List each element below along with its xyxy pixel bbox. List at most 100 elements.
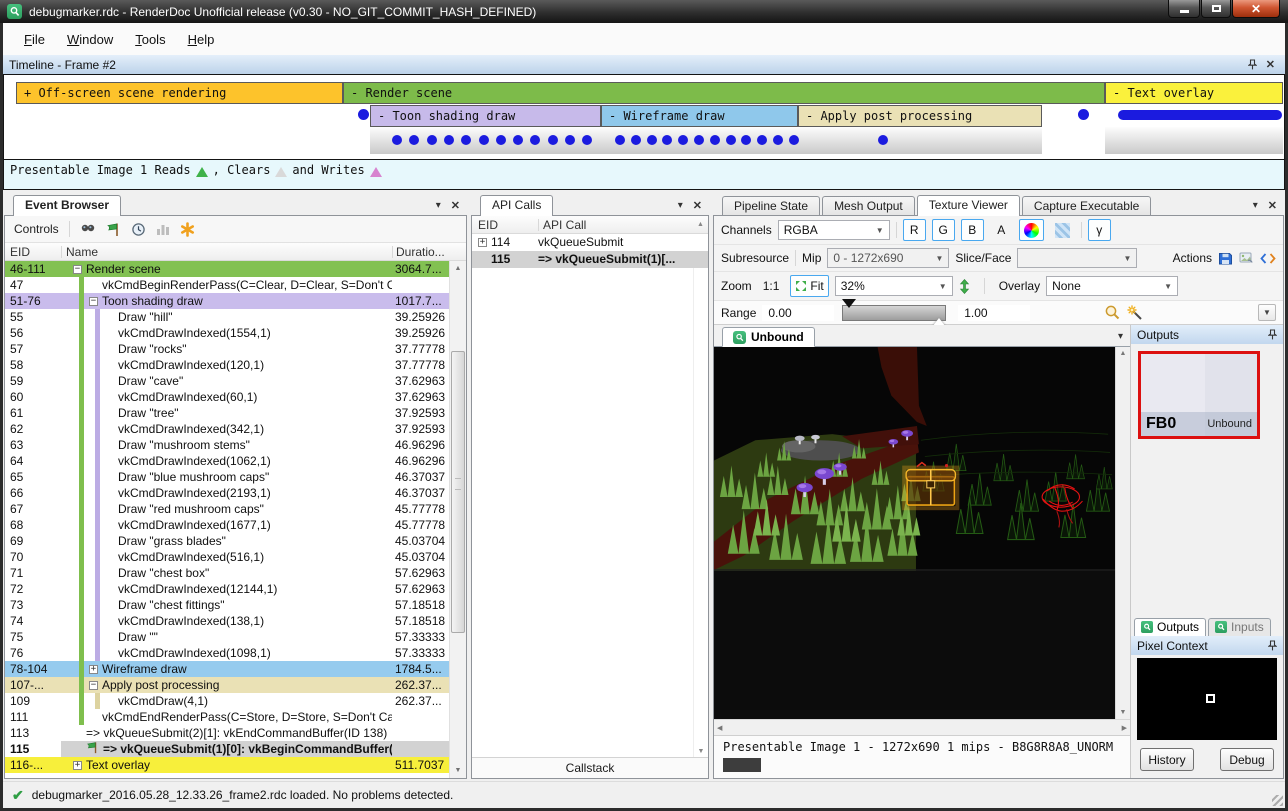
event-list-scrollbar[interactable]: ▲ ▼ <box>449 261 466 778</box>
slice-face-combo[interactable]: ▼ <box>1017 248 1137 268</box>
draw-marker-dot[interactable] <box>647 135 657 145</box>
expand-icon[interactable]: + <box>89 665 98 674</box>
event-row[interactable]: 78-104+Wireframe draw1784.5... <box>5 661 449 677</box>
minimize-button[interactable] <box>1168 0 1200 18</box>
range-max-value[interactable]: 1.00 <box>958 305 1030 321</box>
timeline-bar[interactable]: - Wireframe draw <box>601 105 798 127</box>
zoom-range-icon[interactable] <box>1104 304 1121 321</box>
event-row[interactable]: 116-...+Text overlay511.7037 <box>5 757 449 773</box>
event-row[interactable]: 62vkCmdDrawIndexed(342,1)37.92593 <box>5 421 449 437</box>
zoom-1to1-button[interactable]: 1:1 <box>758 275 785 297</box>
expand-icon[interactable]: + <box>478 238 487 247</box>
gamma-button[interactable]: γ <box>1088 219 1111 241</box>
tab-capture-executable[interactable]: Capture Executable <box>1022 196 1151 216</box>
event-row[interactable]: 68vkCmdDrawIndexed(1677,1)45.77778 <box>5 517 449 533</box>
event-row[interactable]: 64vkCmdDrawIndexed(1062,1)46.96296 <box>5 453 449 469</box>
channels-combo[interactable]: RGBA▼ <box>778 220 890 240</box>
draw-marker-dot[interactable] <box>479 135 489 145</box>
column-api-call[interactable]: API Call <box>539 218 693 232</box>
event-row[interactable]: 59Draw "cave"37.62963 <box>5 373 449 389</box>
debug-button[interactable]: Debug <box>1220 748 1274 771</box>
draw-marker-dot[interactable] <box>1078 109 1089 120</box>
channel-green-button[interactable]: G <box>932 219 955 241</box>
draw-marker-dot[interactable] <box>631 135 641 145</box>
event-row[interactable]: 111vkCmdEndRenderPass(C=Store, D=Store, … <box>5 709 449 725</box>
draw-marker-dot[interactable] <box>789 135 799 145</box>
fb0-thumbnail[interactable]: FB0 Unbound <box>1138 351 1260 439</box>
resize-grip[interactable] <box>1272 795 1283 806</box>
event-row[interactable]: 75Draw ""57.33333 <box>5 629 449 645</box>
timeline-canvas[interactable]: + Off-screen scene rendering- Render sce… <box>3 74 1285 160</box>
timer-clock-icon[interactable] <box>131 222 146 237</box>
chevron-down-icon[interactable]: ▾ <box>678 200 683 211</box>
flip-vertical-icon[interactable] <box>959 279 970 294</box>
tab-mesh-output[interactable]: Mesh Output <box>822 196 915 216</box>
pin-icon[interactable] <box>1248 59 1257 70</box>
column-eid[interactable]: EID <box>5 245 61 259</box>
draw-marker-dot[interactable] <box>496 135 506 145</box>
event-row[interactable]: 115=> vkQueueSubmit(1)[0]: vkBeginComman… <box>5 741 449 757</box>
scroll-right-icon[interactable]: ▶ <box>1122 724 1127 732</box>
menu-window[interactable]: Window <box>58 28 122 51</box>
mip-combo[interactable]: 0 - 1272x690▼ <box>827 248 949 268</box>
range-min-value[interactable]: 0.00 <box>762 305 834 321</box>
event-row[interactable]: 55Draw "hill"39.25926 <box>5 309 449 325</box>
range-slider[interactable] <box>842 305 946 321</box>
callstack-section[interactable]: Callstack <box>472 757 708 778</box>
event-row[interactable]: 70vkCmdDrawIndexed(516,1)45.03704 <box>5 549 449 565</box>
texture-image-canvas[interactable] <box>714 347 1115 719</box>
collapse-icon[interactable]: − <box>73 265 82 274</box>
event-row[interactable]: 76vkCmdDrawIndexed(1098,1)57.33333 <box>5 645 449 661</box>
bookmark-flag-icon[interactable] <box>106 222 121 237</box>
event-row[interactable]: 66vkCmdDrawIndexed(2193,1)46.37037 <box>5 485 449 501</box>
scrollbar-thumb[interactable] <box>451 351 465 633</box>
timeline-bar[interactable]: + Off-screen scene rendering <box>16 82 343 104</box>
event-row[interactable]: 58vkCmdDrawIndexed(120,1)37.77778 <box>5 357 449 373</box>
pixel-context-canvas[interactable] <box>1137 658 1277 740</box>
draw-marker-dot[interactable] <box>392 135 402 145</box>
event-row[interactable]: 74vkCmdDrawIndexed(138,1)57.18518 <box>5 613 449 629</box>
scroll-up-icon[interactable]: ▲ <box>693 221 708 228</box>
pin-icon[interactable] <box>1268 329 1277 340</box>
draw-marker-dot[interactable] <box>615 135 625 145</box>
column-eid[interactable]: EID <box>472 218 538 232</box>
event-row[interactable]: 113=> vkQueueSubmit(2)[1]: vkEndCommandB… <box>5 725 449 741</box>
event-row[interactable]: 107-...−Apply post processing262.37... <box>5 677 449 693</box>
draw-marker-dot[interactable] <box>694 135 704 145</box>
draw-marker-dot[interactable] <box>548 135 558 145</box>
overlay-combo[interactable]: None▼ <box>1046 276 1178 296</box>
event-row[interactable]: 61Draw "tree"37.92593 <box>5 405 449 421</box>
event-row[interactable]: 57Draw "rocks"37.77778 <box>5 341 449 357</box>
event-row[interactable]: 72vkCmdDrawIndexed(12144,1)57.62963 <box>5 581 449 597</box>
tab-event-browser[interactable]: Event Browser <box>13 195 121 216</box>
goto-resource-icon[interactable] <box>1260 252 1276 265</box>
close-icon[interactable]: ✕ <box>451 199 460 212</box>
save-icon[interactable] <box>1218 251 1233 266</box>
draw-marker-dot[interactable] <box>773 135 783 145</box>
draw-marker-dot[interactable] <box>878 135 888 145</box>
maximize-button[interactable] <box>1201 0 1231 18</box>
event-row[interactable]: 67Draw "red mushroom caps"45.77778 <box>5 501 449 517</box>
autofit-wand-icon[interactable] <box>1127 305 1144 321</box>
event-row[interactable]: 47vkCmdBeginRenderPass(C=Clear, D=Clear,… <box>5 277 449 293</box>
draw-marker-dot[interactable] <box>358 109 369 120</box>
api-call-row[interactable]: +114vkQueueSubmit <box>472 234 708 251</box>
event-row[interactable]: 73Draw "chest fittings"57.18518 <box>5 597 449 613</box>
channel-red-button[interactable]: R <box>903 219 926 241</box>
draw-marker-dot[interactable] <box>444 135 454 145</box>
zoom-level-combo[interactable]: 32%▼ <box>835 276 953 296</box>
chevron-down-icon[interactable]: ▾ <box>1253 200 1258 211</box>
texture-vertical-scrollbar[interactable]: ▲ ▼ <box>1115 347 1130 719</box>
column-duration[interactable]: Duratio... <box>393 245 450 259</box>
colorwheel-button[interactable] <box>1019 219 1044 241</box>
tab-api-calls[interactable]: API Calls <box>480 195 553 216</box>
chevron-down-icon[interactable]: ▾ <box>436 200 441 211</box>
menu-tools[interactable]: Tools <box>126 28 174 51</box>
api-events-icon[interactable] <box>180 222 195 237</box>
close-icon[interactable]: ✕ <box>1268 199 1277 212</box>
channel-blue-button[interactable]: B <box>961 219 984 241</box>
channel-alpha-button[interactable]: A <box>990 219 1013 241</box>
api-list-scrollbar[interactable]: ▼ <box>693 268 708 757</box>
tab-pipeline-state[interactable]: Pipeline State <box>722 196 820 216</box>
chevron-down-icon[interactable]: ▾ <box>1118 331 1123 342</box>
